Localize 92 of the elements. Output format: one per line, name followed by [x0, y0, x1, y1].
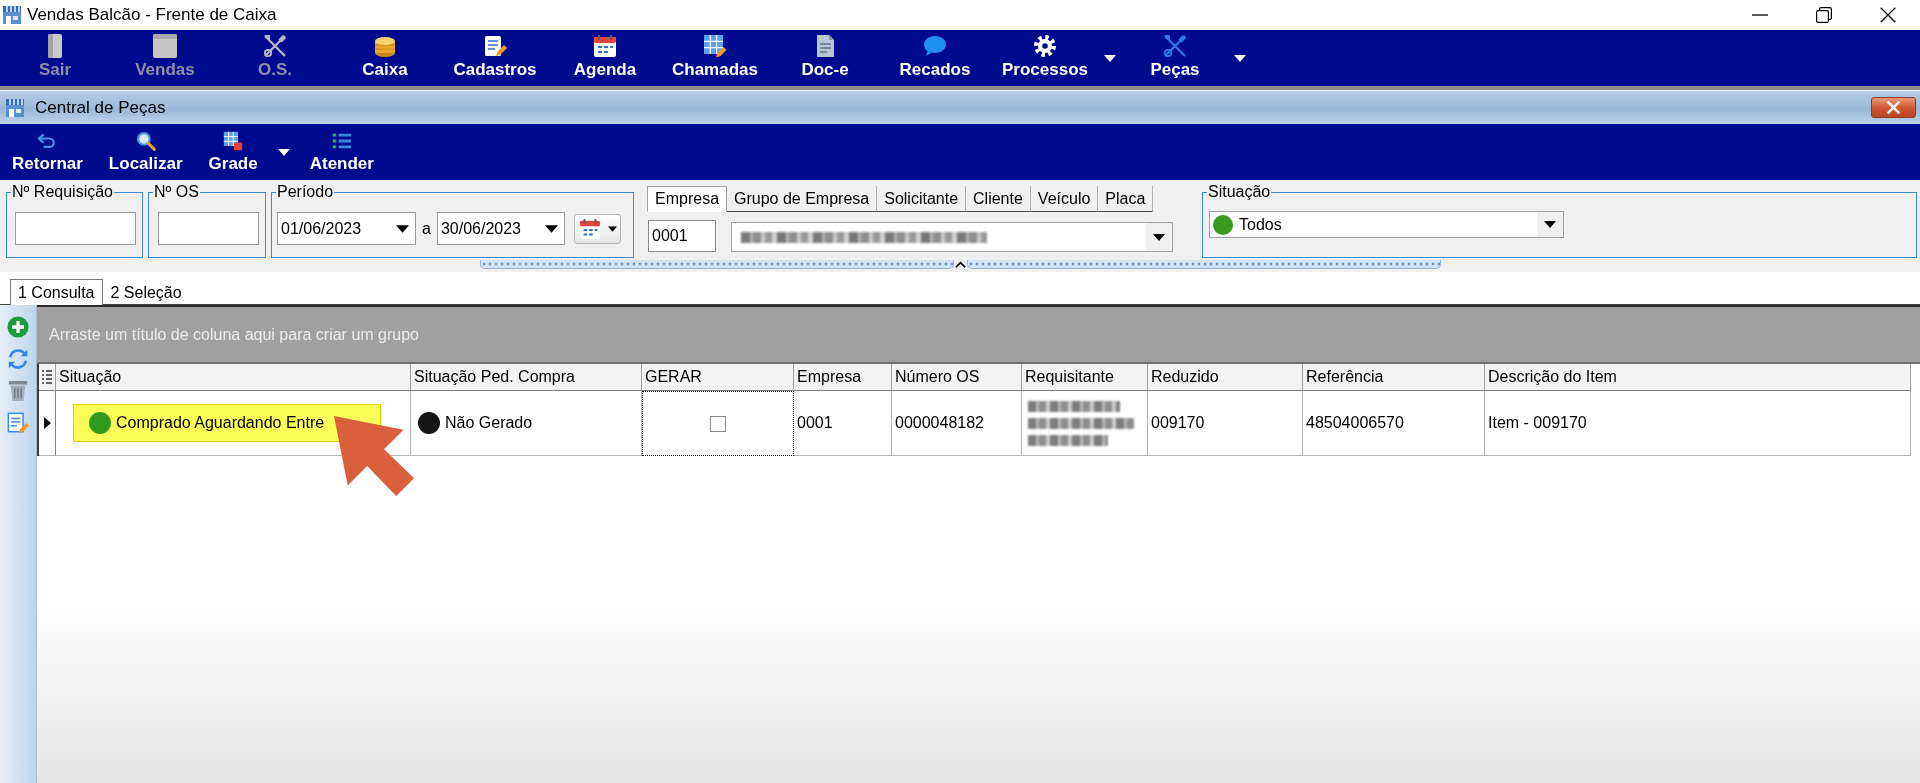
range-label: a [422, 219, 431, 238]
toolbar-button[interactable]: Grade [202, 124, 264, 180]
date-field[interactable]: 01/06/2023 [277, 212, 416, 245]
status-dropdown[interactable]: Todos [1209, 211, 1564, 238]
gear-icon [1033, 34, 1057, 58]
close-button[interactable] [1871, 97, 1916, 118]
caret-icon[interactable] [1234, 54, 1246, 62]
input-field[interactable] [158, 212, 259, 245]
table-pencil-icon [703, 34, 727, 58]
toolbar-button[interactable]: Peças [1120, 30, 1230, 86]
column-header[interactable]: Requisitante [1022, 364, 1148, 391]
close-icon [1887, 101, 1900, 114]
minimize-icon [1752, 14, 1768, 16]
table-cell: 009170 [1148, 391, 1303, 456]
calendar-icon [593, 34, 617, 58]
caret-icon[interactable] [1104, 54, 1116, 62]
edit-icon[interactable] [7, 412, 29, 434]
trash-icon[interactable] [7, 380, 29, 402]
tab[interactable]: Placa [1098, 186, 1154, 212]
company-dropdown[interactable] [731, 222, 1173, 252]
table-cell: 48504006570 [1303, 391, 1485, 456]
tile-icon [153, 34, 177, 58]
refresh-icon[interactable] [7, 348, 29, 370]
group-label: Período [276, 183, 335, 201]
window-title: Vendas Balcão - Frente de Caixa [27, 5, 277, 25]
group-hint: Arraste um título de coluna aqui para criar um grupo [49, 325, 419, 344]
toolbar-button[interactable]: Doc-e [770, 30, 880, 86]
column-header[interactable]: Descrição do Item [1485, 364, 1911, 391]
collapse-caret-icon[interactable] [954, 261, 966, 268]
table-cell: 0000048182 [892, 391, 1022, 456]
caret-icon [544, 224, 558, 233]
coins-icon [373, 34, 397, 58]
store-icon [2, 5, 22, 25]
column-header[interactable]: Empresa [794, 364, 892, 391]
input-field[interactable]: 0001 [648, 220, 716, 252]
splitter-grip[interactable] [966, 260, 1441, 269]
column-list-icon [42, 370, 52, 384]
toolbar-button[interactable]: Caixa [330, 30, 440, 86]
calendar-button[interactable] [573, 213, 621, 244]
group-label: Nº OS [153, 183, 200, 201]
tab[interactable]: Grupo de Empresa [727, 186, 878, 212]
caret-icon [1544, 221, 1556, 228]
column-header[interactable]: GERAR [642, 364, 794, 391]
close-icon [1880, 7, 1896, 23]
toolbar-button[interactable]: Retornar [6, 124, 89, 180]
toolbar-button[interactable]: Agenda [550, 30, 660, 86]
status-label: Não Gerado [445, 414, 533, 432]
toolbar-button[interactable]: Processos [990, 30, 1100, 86]
restore-icon [1816, 7, 1832, 23]
tab[interactable]: Cliente [966, 186, 1031, 212]
input-field[interactable] [15, 212, 136, 245]
tools-icon [263, 34, 287, 58]
tab[interactable]: 2 Seleção [102, 280, 190, 305]
door-icon [48, 34, 62, 58]
return-arrow-icon [37, 131, 58, 151]
toolbar-button[interactable]: Cadastros [440, 30, 550, 86]
splitter-grip[interactable] [479, 260, 954, 269]
column-header[interactable]: Situação [56, 364, 411, 391]
caret-icon[interactable] [277, 148, 290, 156]
toolbar-button[interactable]: Chamadas [660, 30, 770, 86]
column-header[interactable]: Situação Ped. Compra [411, 364, 642, 391]
store-icon [5, 97, 25, 118]
group-label: Situação [1207, 183, 1272, 201]
caret-icon [1153, 233, 1165, 241]
tab[interactable]: Empresa [647, 186, 728, 212]
child-window-title: Central de Peças [35, 97, 166, 118]
column-chooser-button[interactable] [39, 364, 56, 391]
table-cell: 0001 [794, 391, 892, 456]
tab[interactable]: Solicitante [877, 186, 967, 212]
date-field[interactable]: 30/06/2023 [436, 212, 565, 245]
toolbar-button[interactable]: Localizar [102, 124, 189, 180]
column-header[interactable]: Reduzido [1148, 364, 1303, 391]
calendar-icon [578, 217, 601, 240]
column-header[interactable]: Referência [1303, 364, 1485, 391]
tab[interactable]: 1 Consulta [10, 279, 103, 305]
checkbox[interactable] [710, 415, 726, 432]
column-header[interactable]: Número OS [892, 364, 1022, 391]
search-icon [135, 131, 156, 151]
tools-icon [1163, 34, 1187, 58]
caret-icon [607, 225, 617, 232]
grid-icon [223, 131, 244, 151]
add-icon[interactable] [7, 316, 29, 338]
toolbar-button[interactable]: Atender [303, 124, 380, 180]
caret-icon [396, 224, 409, 233]
group-label: Nº Requisição [11, 183, 114, 201]
speech-bubble-icon [923, 34, 947, 58]
toolbar-button[interactable]: Recados [880, 30, 990, 86]
notepad-pencil-icon [483, 34, 507, 58]
tab[interactable]: Veículo [1030, 186, 1099, 212]
list-icon [331, 131, 352, 151]
table-cell: Item - 009170 [1485, 391, 1911, 456]
status-label: Comprado Aguardando Entre [116, 414, 325, 432]
